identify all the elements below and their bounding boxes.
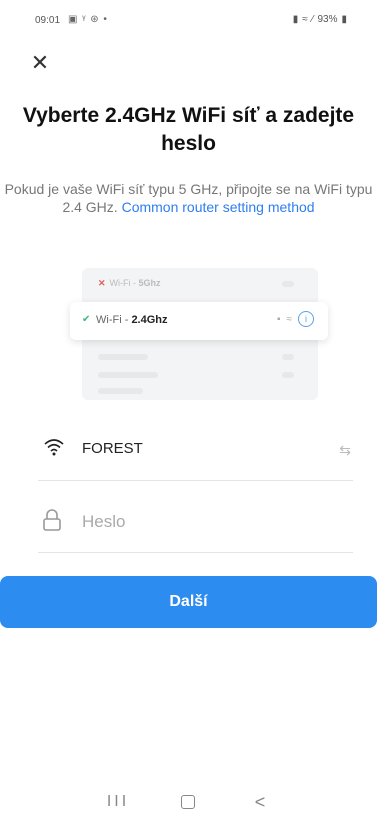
- wifi-icon: ≈: [302, 14, 308, 25]
- check-icon: ✔: [82, 314, 91, 325]
- page-title: Vyberte 2.4GHz WiFi síť a zadejte heslo: [22, 104, 355, 155]
- ghost-bar: [282, 372, 294, 378]
- illustration-row-5g: ✕ Wi-Fi - 5Ghz: [98, 278, 161, 288]
- ghost-bar: [98, 388, 143, 394]
- ssid-value: FOREST: [82, 440, 143, 457]
- back-button[interactable]: <: [240, 790, 280, 814]
- status-left-icons: ▣ ᵞ ⊛ •: [68, 14, 108, 25]
- password-row: [38, 492, 353, 553]
- illustration-row-24g: Wi-Fi - 2.4Ghz: [96, 314, 168, 326]
- battery-percent: 93%: [317, 14, 338, 25]
- ghost-bar: [98, 354, 148, 360]
- dot-icon: •: [103, 14, 108, 25]
- cross-icon: ✕: [98, 278, 106, 288]
- illustration-front-card: ✔ Wi-Fi - 2.4Ghz ▪ ≈ i: [70, 302, 328, 340]
- recents-button[interactable]: III: [98, 790, 138, 814]
- wifi-small-icon: ≈: [286, 313, 293, 325]
- ghost-bar: [282, 281, 294, 287]
- password-input[interactable]: [82, 508, 322, 536]
- system-nav-bar: III <: [0, 780, 377, 825]
- next-button[interactable]: Další: [0, 576, 377, 628]
- home-icon: [181, 794, 195, 809]
- gallery-icon: ▣: [68, 14, 79, 25]
- close-button[interactable]: ✕: [28, 52, 52, 76]
- illustration-row-icons: ▪ ≈ i: [277, 311, 314, 327]
- ghost-bar: [98, 372, 158, 378]
- sync-icon: ⊛: [90, 14, 100, 25]
- switch-network-icon[interactable]: ⇆: [339, 442, 351, 459]
- subtitle: Pokud je vaše WiFi síť typu 5 GHz, připo…: [0, 180, 377, 216]
- wifi-network-row[interactable]: FOREST ⇆: [38, 420, 353, 481]
- wifi-band-illustration: ✕ Wi-Fi - 5Ghz ✔ Wi-Fi - 2.4Ghz ▪ ≈ i: [70, 268, 328, 402]
- vibrate-icon: ▮: [292, 14, 299, 25]
- close-icon: ✕: [30, 50, 50, 75]
- signal-icon: ⁄: [311, 14, 314, 25]
- status-right-icons: ▮ ≈ ⁄ 93% ▮: [293, 14, 347, 25]
- wifi-icon: [44, 438, 64, 461]
- lock-icon: [42, 509, 62, 536]
- lock-small-icon: ▪: [276, 313, 281, 325]
- battery-icon: ▮: [341, 14, 347, 25]
- notification-icon: ᵞ: [82, 14, 87, 25]
- status-time: 09:01: [35, 15, 61, 26]
- home-button[interactable]: [168, 790, 208, 814]
- ghost-bar: [282, 354, 294, 360]
- router-setting-link[interactable]: Common router setting method: [122, 199, 315, 215]
- status-bar: 09:01 ▣ ᵞ ⊛ • ▮ ≈ ⁄ 93% ▮: [0, 0, 377, 40]
- info-icon: i: [298, 311, 314, 327]
